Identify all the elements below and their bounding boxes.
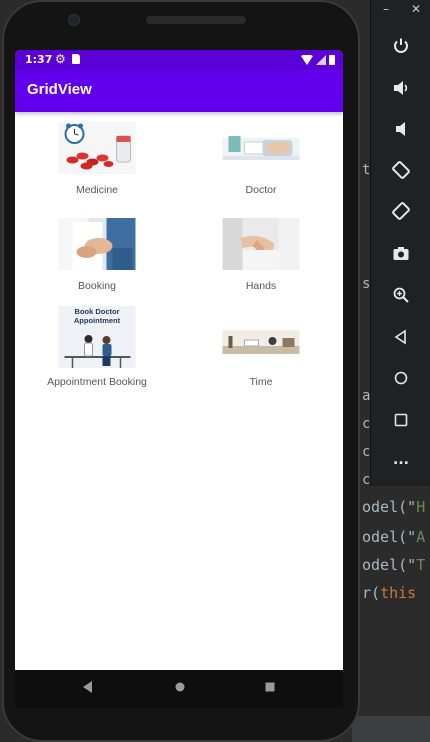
home-button[interactable]	[371, 360, 430, 396]
code-line: r(this	[362, 584, 417, 602]
battery-icon	[329, 55, 335, 65]
more-button[interactable]: ...	[371, 442, 430, 478]
grid-item-medicine[interactable]: Medicine	[15, 112, 179, 208]
grid-item-booking[interactable]: Booking	[15, 208, 179, 304]
back-icon	[394, 329, 406, 345]
doctor-desk-image	[222, 122, 300, 174]
grid-item-label: Medicine	[75, 184, 119, 196]
app-bar: GridView	[15, 70, 343, 112]
status-right-icons	[301, 54, 335, 65]
grid-item-label: Appointment Booking	[47, 376, 147, 388]
front-camera	[68, 14, 80, 26]
rotate-left-icon	[392, 161, 410, 179]
app-title: GridView	[27, 81, 92, 98]
home-icon	[394, 371, 408, 385]
volume-down-button[interactable]	[371, 111, 430, 147]
rotate-right-button[interactable]	[371, 193, 430, 229]
code-line: odel("H	[362, 498, 426, 516]
settings-gear-icon: ⚙	[55, 52, 66, 66]
grid-item-appointment-booking[interactable]: Book Doctor Appointment Appointment Book…	[15, 304, 179, 400]
emulator-toolbar: – ✕ ...	[370, 0, 430, 486]
code-line: odel("T	[362, 556, 426, 574]
medicine-pills-image	[58, 122, 136, 174]
grid-item-time[interactable]: Time	[179, 304, 343, 400]
zoom-button[interactable]	[371, 277, 430, 313]
back-button[interactable]	[371, 319, 430, 355]
grid-item-doctor[interactable]: Doctor	[179, 112, 343, 208]
sd-card-icon	[72, 54, 80, 64]
nav-home-icon[interactable]	[174, 680, 186, 694]
nav-back-icon[interactable]	[81, 680, 93, 694]
volume-up-button[interactable]	[371, 70, 430, 106]
close-icon[interactable]: ✕	[411, 2, 421, 16]
status-bar: 1:37 ⚙	[15, 50, 343, 70]
status-time: 1:37	[25, 53, 53, 66]
zoom-icon	[393, 287, 409, 303]
grid-item-label: Booking	[78, 280, 116, 292]
speaker-grille	[146, 16, 246, 24]
overview-icon	[394, 413, 408, 427]
book-doctor-appointment-image: Book Doctor Appointment	[58, 306, 136, 368]
grid-item-label: Doctor	[245, 184, 277, 196]
overview-button[interactable]	[371, 402, 430, 438]
screenshot-button[interactable]	[371, 236, 430, 272]
wifi-icon	[301, 54, 313, 65]
volume-down-icon	[396, 122, 405, 136]
device-screen: 1:37 ⚙ GridView Medicine Doctor Booking …	[15, 50, 343, 670]
volume-up-icon	[394, 81, 408, 95]
rotate-left-button[interactable]	[371, 152, 430, 188]
rotate-right-icon	[392, 202, 410, 220]
signal-icon	[316, 54, 326, 65]
grid-item-label: Hands	[245, 280, 277, 292]
camera-icon	[393, 247, 409, 260]
image-caption-text: Book Doctor Appointment	[73, 307, 121, 325]
minimize-icon[interactable]: –	[383, 2, 389, 16]
hands-image	[222, 218, 300, 270]
code-line: odel("A	[362, 528, 426, 546]
more-icon: ...	[393, 452, 409, 468]
ide-status-strip	[352, 716, 430, 742]
grid-item-hands[interactable]: Hands	[179, 208, 343, 304]
navigation-bar	[15, 670, 343, 708]
doctor-handshake-image	[58, 218, 136, 270]
grid-item-label: Time	[249, 376, 273, 388]
power-button[interactable]	[371, 28, 430, 64]
time-desk-image	[222, 330, 300, 354]
nav-overview-icon[interactable]	[264, 680, 276, 694]
power-icon	[394, 38, 408, 53]
